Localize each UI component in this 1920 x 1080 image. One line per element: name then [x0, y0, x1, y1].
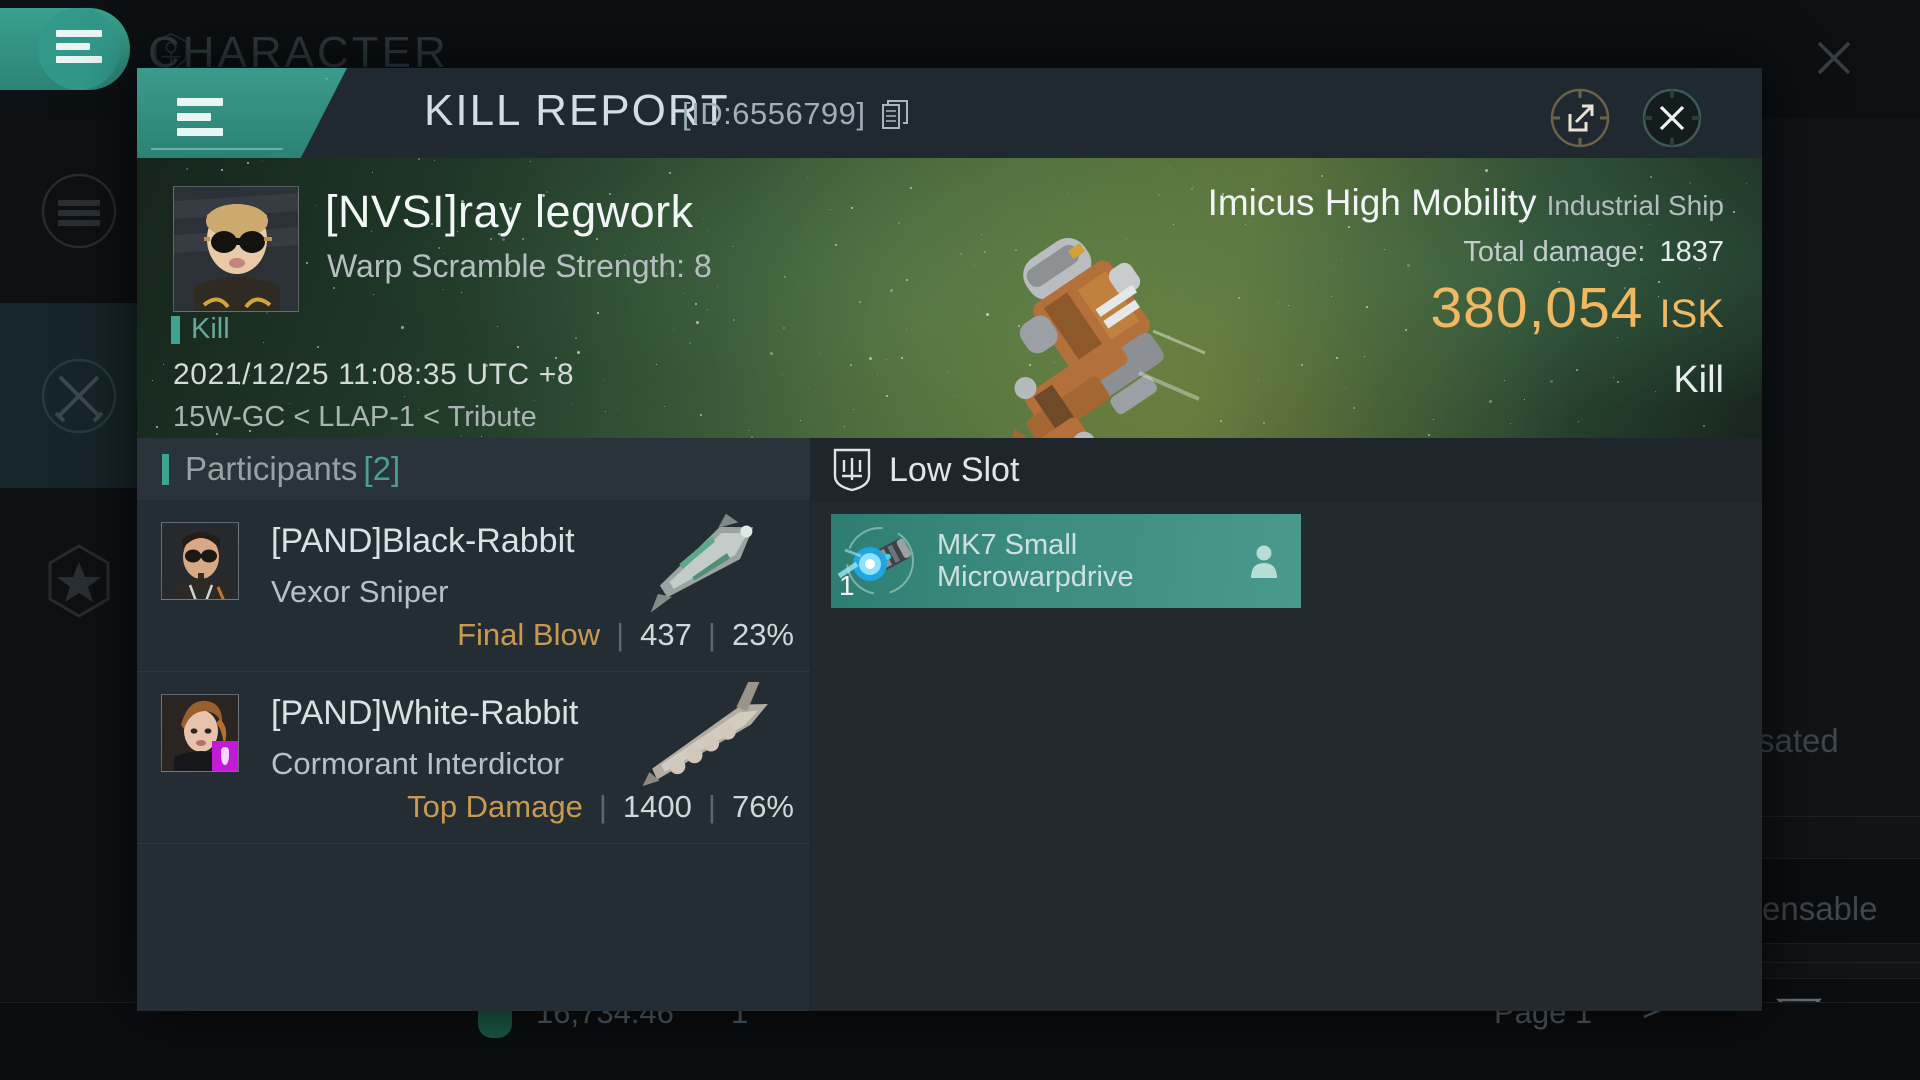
participant-percent: 23%	[731, 617, 794, 652]
share-external-icon[interactable]	[1548, 86, 1612, 150]
stat-separator: |	[598, 789, 607, 824]
microwarpdrive-icon: 1	[837, 518, 923, 604]
kill-hero-banner: [NVSI]ray legwork Warp Scramble Strength…	[137, 158, 1762, 438]
pilot-avatar-female	[161, 694, 239, 772]
ship-summary: Imicus High Mobility Industrial Ship Tota…	[1208, 182, 1724, 402]
status-badge	[212, 741, 238, 771]
status-label: Kill	[191, 313, 230, 345]
table-row[interactable]: [PAND]White-Rabbit Cormorant Interdictor	[137, 672, 810, 844]
participant-percent: 76%	[731, 789, 794, 824]
stat-separator: |	[707, 789, 716, 824]
participants-title: Participants	[185, 450, 358, 487]
star-hexagon-icon	[48, 543, 110, 618]
background-text-ensable: ensable	[1762, 890, 1878, 927]
sidebar-item-combat[interactable]	[0, 303, 158, 488]
ship-class: Industrial Ship	[1546, 190, 1724, 221]
low-slot-title: Low Slot	[889, 450, 1020, 489]
background-bottom-bar	[0, 1002, 1920, 1080]
low-slot-shield-icon	[833, 448, 871, 492]
list-circle-icon	[41, 173, 117, 248]
close-x-icon[interactable]	[1640, 86, 1704, 150]
status-accent-bar	[171, 315, 180, 344]
total-damage-value: 1837	[1659, 236, 1724, 268]
participant-damage: 437	[640, 617, 692, 652]
fitting-panel: Low Slot 1 MK7 Small Microwarpdrive	[810, 438, 1762, 1011]
cormorant-ship-thumb	[642, 682, 768, 787]
isk-value: 380,054	[1430, 276, 1644, 340]
destroyed-ship-render	[1008, 238, 1206, 438]
participants-count: [2]	[363, 450, 401, 487]
participants-header: Participants [2]	[137, 438, 810, 500]
participant-name: [PAND]White-Rabbit	[271, 694, 579, 732]
total-damage-label: Total damage:	[1463, 236, 1646, 268]
crossed-swords-icon	[41, 358, 117, 433]
background-divider-1	[1745, 816, 1920, 817]
table-row[interactable]: [PAND]Black-Rabbit Vexor Sniper Final Bl…	[137, 500, 810, 672]
module-name-line1: MK7 Small	[937, 528, 1078, 561]
background-divider-2	[1745, 962, 1920, 963]
dialog-body: Participants [2] [PAND]Black-Rabbit Vexo…	[137, 438, 1762, 1011]
hamburger-menu-icon	[56, 30, 102, 69]
person-icon	[1251, 545, 1277, 578]
participant-stats: Top Damage | 1400 | 76%	[407, 789, 794, 825]
kill-timestamp: 2021/12/25 11:08:35 UTC +8	[173, 358, 575, 391]
participant-name: [PAND]Black-Rabbit	[271, 522, 575, 560]
sidebar-item-rank[interactable]	[0, 488, 158, 673]
dialog-titlebar: KILL REPORT [ID:6556799]	[137, 68, 1762, 158]
participant-tag: Top Damage	[407, 789, 583, 824]
kill-location: 15W-GC < LLAP-1 < Tribute	[173, 401, 537, 433]
victim-name: [NVSI]ray legwork	[325, 186, 694, 237]
module-name: MK7 Small Microwarpdrive	[937, 529, 1134, 594]
background-close-icon[interactable]	[1806, 30, 1862, 86]
dialog-menu-button[interactable]	[137, 68, 347, 158]
participant-tag: Final Blow	[457, 617, 601, 652]
participant-stats: Final Blow | 437 | 23%	[457, 617, 794, 653]
participant-damage: 1400	[622, 789, 692, 824]
module-name-line2: Microwarpdrive	[937, 561, 1134, 593]
module-slot-item[interactable]: 1 MK7 Small Microwarpdrive	[831, 514, 1301, 608]
kill-report-dialog: KILL REPORT [ID:6556799] [NVSI]ray legwo…	[137, 68, 1762, 1011]
kill-id-label: [ID:6556799]	[682, 96, 866, 131]
isk-currency: ISK	[1659, 292, 1724, 336]
screen-root: CHARACTER sated ensable 16,734.46 1 Page…	[0, 0, 1920, 1080]
vexor-ship-thumb	[650, 513, 754, 613]
copy-icon[interactable]	[882, 100, 908, 130]
kill-status: Kill	[171, 313, 230, 346]
result-label: Kill	[1673, 359, 1724, 401]
victim-subtitle: Warp Scramble Strength: 8	[327, 248, 712, 284]
background-text-sated: sated	[1758, 722, 1839, 759]
participant-ship: Cormorant Interdictor	[271, 746, 564, 781]
sidebar-item-list[interactable]	[0, 118, 158, 303]
stat-separator: |	[707, 617, 716, 652]
hamburger-menu-icon	[177, 98, 223, 143]
participant-ship: Vexor Sniper	[271, 574, 449, 609]
ship-name: Imicus High Mobility	[1207, 182, 1537, 223]
module-quantity: 1	[839, 570, 855, 601]
victim-portrait	[173, 186, 299, 312]
stat-separator: |	[616, 617, 625, 652]
background-sidebar	[0, 118, 158, 1080]
low-slot-header: Low Slot	[811, 438, 1762, 502]
pilot-avatar-male	[161, 522, 239, 600]
section-accent-bar	[162, 453, 169, 485]
participants-panel: Participants [2] [PAND]Black-Rabbit Vexo…	[137, 438, 810, 1011]
